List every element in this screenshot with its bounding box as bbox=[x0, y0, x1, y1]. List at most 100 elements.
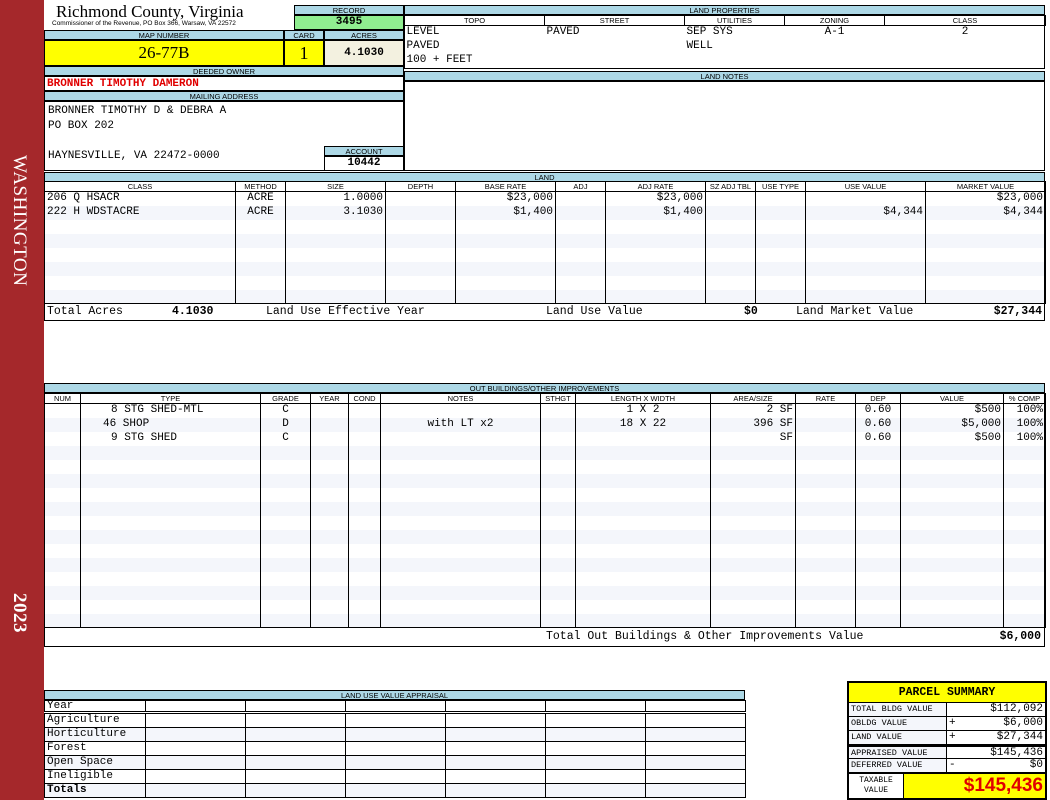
table-cell bbox=[348, 613, 381, 628]
outbuildings-table: NUM TYPE GRADE YEAR COND NOTES STHGT LENGTH X W… bbox=[44, 393, 1046, 628]
column-header: MARKET VALUE bbox=[925, 181, 1046, 192]
table-row: 206 Q HSACR ACRE 1.0000 $23,000 $23,000 $23,0… bbox=[44, 191, 1046, 206]
table-cell bbox=[348, 557, 381, 572]
table-cell bbox=[1003, 445, 1046, 460]
table-row bbox=[44, 529, 1046, 544]
table-cell bbox=[380, 585, 541, 600]
table-cell bbox=[540, 445, 576, 460]
table-cell bbox=[1003, 613, 1046, 628]
table-cell bbox=[925, 261, 1046, 276]
table-cell bbox=[555, 219, 606, 234]
table-cell bbox=[755, 261, 806, 276]
column-header: SIZE bbox=[285, 181, 386, 192]
table-cell bbox=[575, 459, 711, 474]
table-cell bbox=[310, 613, 349, 628]
record-value: 3495 bbox=[294, 15, 404, 30]
table-cell bbox=[235, 233, 286, 248]
table-cell bbox=[455, 275, 556, 290]
table-cell: PAVED bbox=[546, 26, 580, 39]
table-cell bbox=[555, 233, 606, 248]
row-label: Totals bbox=[44, 783, 146, 798]
table-cell bbox=[345, 727, 446, 742]
table-cell bbox=[455, 219, 556, 234]
table-cell: with LT x2 bbox=[380, 417, 541, 432]
table-row: 9 STG SHED C SF 0.60 $500 100% bbox=[44, 431, 1046, 446]
summary-sign: - bbox=[949, 759, 956, 771]
table-row bbox=[44, 557, 1046, 572]
column-header: UTILITIES bbox=[684, 15, 785, 26]
table-cell bbox=[795, 473, 856, 488]
summary-value: $145,436 bbox=[990, 747, 1043, 759]
table-cell bbox=[380, 459, 541, 474]
table-cell: 0.60 bbox=[855, 403, 901, 418]
table-cell bbox=[605, 261, 706, 276]
acres-label: ACRES bbox=[324, 30, 404, 40]
column-header: SZ ADJ TBL bbox=[705, 181, 756, 192]
table-cell bbox=[44, 417, 81, 432]
land-properties-table: TOPO STREET UTILITIES ZONING CLASS LEVEL PAVED… bbox=[404, 15, 1046, 68]
table-cell bbox=[755, 275, 806, 290]
table-cell bbox=[545, 54, 685, 68]
table-cell bbox=[445, 712, 546, 728]
table-cell bbox=[855, 599, 901, 614]
card-number: 1 bbox=[284, 40, 324, 66]
column-header: GRADE bbox=[260, 393, 311, 404]
land-use-value: $0 bbox=[744, 305, 758, 318]
table-cell: WELL bbox=[686, 40, 713, 52]
column-header: STHGT bbox=[540, 393, 576, 404]
table-cell bbox=[705, 205, 756, 220]
table-cell bbox=[1003, 459, 1046, 474]
table-cell bbox=[540, 529, 576, 544]
table-cell bbox=[44, 613, 81, 628]
table-cell bbox=[710, 543, 796, 558]
table-cell bbox=[575, 543, 711, 558]
table-cell: $4,344 bbox=[805, 205, 926, 220]
table-cell bbox=[710, 571, 796, 586]
table-cell bbox=[805, 247, 926, 262]
table-cell bbox=[345, 712, 446, 728]
table-cell bbox=[44, 529, 81, 544]
table-cell bbox=[345, 769, 446, 784]
table-cell bbox=[710, 529, 796, 544]
county-subtitle: Commissioner of the Revenue, PO Box 366,… bbox=[52, 20, 236, 27]
deeded-owner-label: DEEDED OWNER bbox=[44, 66, 404, 76]
table-cell: $1,400 bbox=[605, 205, 706, 220]
table-cell bbox=[348, 473, 381, 488]
table-cell bbox=[705, 289, 756, 304]
table-cell: 206 Q HSACR bbox=[44, 191, 236, 206]
land-use-appraisal-table: Year Agriculture Horticulture Forest Open Sp… bbox=[44, 700, 746, 798]
table-cell: 3.1030 bbox=[285, 205, 386, 220]
table-cell bbox=[1003, 557, 1046, 572]
summary-value: $27,344 bbox=[996, 731, 1043, 743]
table-cell bbox=[855, 487, 901, 502]
table-cell bbox=[540, 571, 576, 586]
table-cell: 46 SHOP bbox=[80, 417, 261, 432]
table-cell bbox=[260, 473, 311, 488]
table-cell bbox=[925, 275, 1046, 290]
table-cell bbox=[575, 529, 711, 544]
table-cell bbox=[80, 599, 261, 614]
table-cell: 100 + FEET bbox=[406, 54, 473, 66]
table-cell: 9 STG SHED bbox=[80, 431, 261, 446]
table-cell bbox=[710, 473, 796, 488]
taxable-value-label: TAXABLE VALUE bbox=[849, 774, 904, 798]
table-row bbox=[44, 459, 1046, 474]
table-cell bbox=[925, 219, 1046, 234]
table-cell bbox=[545, 755, 646, 770]
table-cell bbox=[348, 459, 381, 474]
table-cell bbox=[345, 741, 446, 756]
table-cell bbox=[455, 289, 556, 304]
table-cell bbox=[44, 557, 81, 572]
summary-label: APPRAISED VALUE bbox=[849, 747, 947, 758]
table-cell: 18 X 22 bbox=[575, 417, 711, 432]
land-market-value: $27,344 bbox=[993, 305, 1042, 318]
table-cell bbox=[348, 417, 381, 432]
table-cell bbox=[348, 585, 381, 600]
table-cell bbox=[710, 445, 796, 460]
table-cell bbox=[555, 205, 606, 220]
table-cell bbox=[310, 501, 349, 516]
parcel-summary: PARCEL SUMMARY TOTAL BLDG VALUE $112,092 O… bbox=[847, 681, 1047, 800]
taxable-value: $145,436 bbox=[904, 774, 1045, 798]
table-cell: A-1 bbox=[824, 26, 845, 39]
table-cell bbox=[385, 261, 456, 276]
